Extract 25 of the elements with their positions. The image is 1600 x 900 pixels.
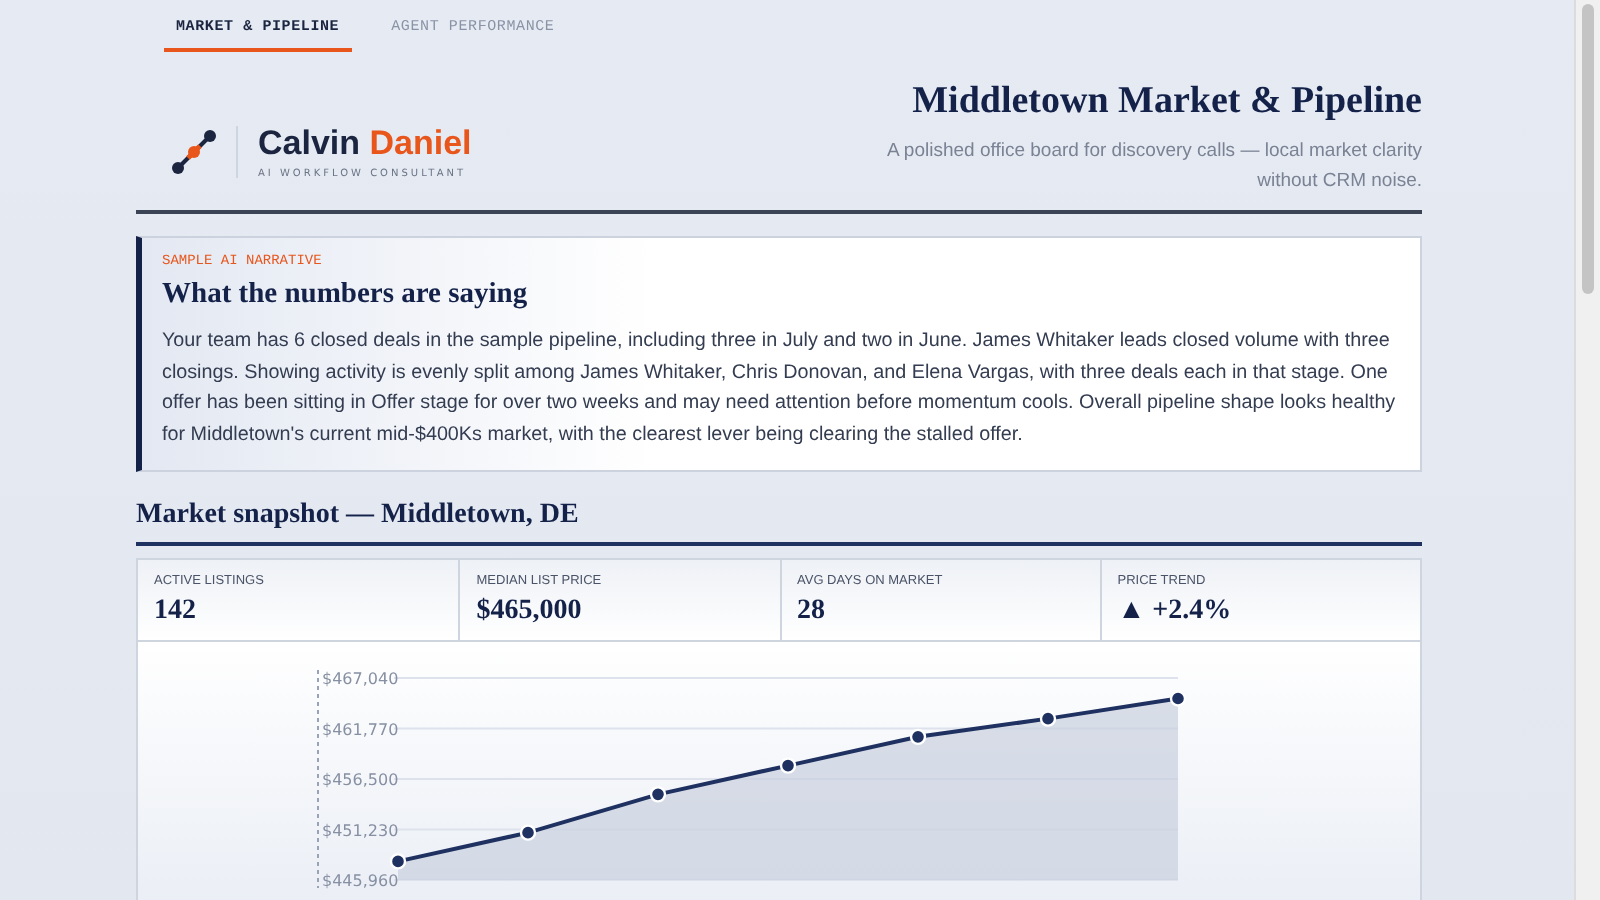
narrative-text: Your team has 6 closed deals in the sample pipeline, including three in July and two in June. James Whitaker leads closed volume with three closings. Showing activity is evenly split among James Whitaker, Chris Donovan, and Elena Vargas, with three deals each in that stage. One offer has been sitting in Offer stage for over two weeks and may need attention before momentum cools. Overall pipeline shape looks healthy for Middletown's current mid-$400Ks market, with the clearest lever being clearing the stalled offer. xyxy=(162,328,1398,449)
stat-value: ▲ +2.4% xyxy=(1117,596,1234,628)
y-tick-label: $445,960 xyxy=(322,872,399,890)
stat-value: 28 xyxy=(797,596,827,628)
section-title: Market snapshot — Middletown, DE xyxy=(136,500,581,532)
y-tick-label: $456,500 xyxy=(322,771,399,789)
brand-first-name: Calvin xyxy=(258,124,361,162)
data-point xyxy=(779,757,797,774)
scrollbar-thumb[interactable] xyxy=(1582,4,1594,294)
page-title: Middletown Market & Pipeline xyxy=(910,80,1422,124)
y-tick-label: $467,040 xyxy=(322,670,399,688)
data-point xyxy=(909,728,927,746)
data-point xyxy=(1169,690,1187,707)
stat-value: $465,000 xyxy=(476,596,584,628)
narrative-title: What the numbers are saying xyxy=(162,278,530,312)
data-point xyxy=(649,786,667,803)
data-point xyxy=(519,824,537,841)
y-tick-label: $451,230 xyxy=(322,821,399,840)
stat-value: 142 xyxy=(154,596,198,628)
y-tick-label: $461,770 xyxy=(322,720,399,739)
brand-last-name: Daniel xyxy=(369,124,472,162)
page-subtitle: A polished office board for discovery calls — local market clarity without CRM noise. xyxy=(884,138,1422,196)
data-point xyxy=(389,853,407,870)
data-point xyxy=(1039,710,1057,727)
logo-icon xyxy=(172,130,216,174)
